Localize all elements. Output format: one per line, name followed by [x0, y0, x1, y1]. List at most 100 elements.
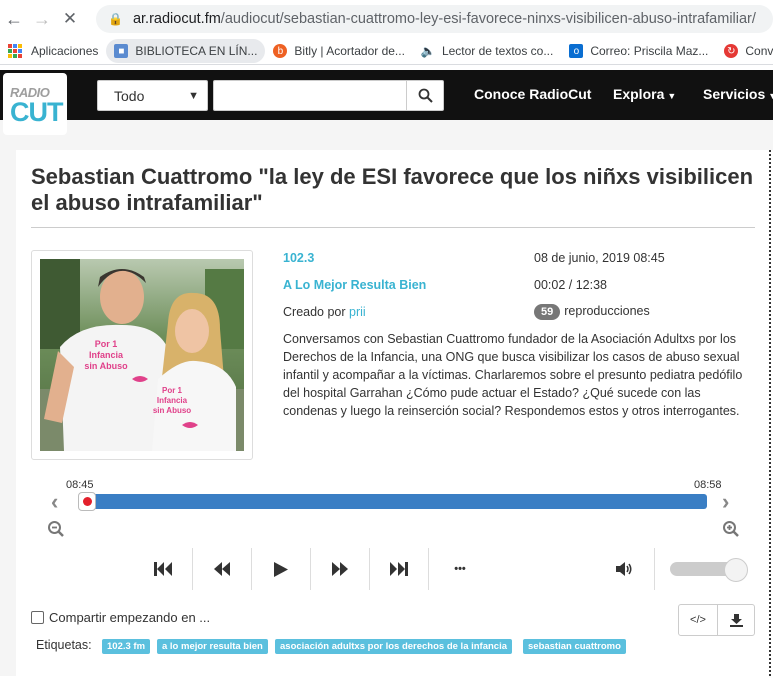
skip-to-end-button[interactable] — [370, 553, 428, 585]
search-input[interactable] — [213, 80, 407, 111]
back-arrow-icon[interactable]: ← — [3, 8, 25, 30]
audio-description: Conversamos con Sebastian Cuattromo fund… — [283, 332, 743, 418]
broadcast-date: 08 de junio, 2019 08:45 — [534, 251, 665, 265]
nav-conoce-radiocut[interactable]: Conoce RadioCut — [474, 86, 591, 102]
caret-down-icon: ▼ — [768, 91, 773, 101]
library-icon: ■ — [114, 44, 129, 58]
bookmark-apps[interactable]: Aplicaciones — [0, 39, 106, 63]
nav-label: Servicios — [703, 86, 766, 102]
url-host: ar.radiocut.fm — [132, 11, 221, 27]
speaker-icon: 🔈 — [420, 44, 436, 58]
stop-loading-icon[interactable]: ✕ — [59, 8, 81, 30]
outlook-icon: o — [569, 44, 584, 58]
bookmark-bitly[interactable]: b Bitly | Acortador de... — [265, 39, 413, 63]
convert-icon: ↻ — [724, 44, 739, 58]
radiocut-logo[interactable]: RADIO CUT — [3, 73, 67, 135]
timeline-end-time: 08:58 — [694, 479, 722, 491]
svg-text:Infancia: Infancia — [157, 396, 188, 405]
nav-servicios[interactable]: Servicios ▼ — [703, 86, 773, 102]
skip-end-icon — [390, 562, 408, 576]
rewind-button[interactable] — [193, 553, 251, 585]
fast-forward-icon — [332, 562, 348, 576]
fast-forward-button[interactable] — [311, 553, 369, 585]
share-start-label: Compartir empezando en ... — [49, 610, 211, 625]
audio-thumbnail: Por 1 Infancia sin Abuso Por 1 Infancia … — [31, 250, 253, 460]
share-start-checkbox[interactable] — [31, 611, 44, 624]
created-by: Creado por prii — [283, 305, 366, 319]
search-scope-select[interactable]: Todo ▼ — [97, 80, 208, 111]
nav-explora[interactable]: Explora ▼ — [613, 86, 676, 102]
volume-slider-handle[interactable] — [724, 558, 748, 582]
bookmark-label: Bitly | Acortador de... — [294, 44, 405, 58]
logo-text-bottom: CUT — [10, 97, 63, 127]
play-button[interactable] — [252, 553, 310, 585]
playhead-dot — [82, 497, 92, 506]
search-button[interactable] — [406, 80, 444, 111]
tag-chip[interactable]: 102.3 fm — [102, 639, 151, 654]
url-path: /audiocut/sebastian-cuattromo-ley-esi-fa… — [220, 11, 756, 27]
created-by-label: Creado por — [283, 305, 346, 319]
svg-text:Infancia: Infancia — [89, 350, 124, 360]
embed-button[interactable]: </> — [678, 604, 718, 636]
station-link[interactable]: 102.3 — [283, 251, 314, 265]
more-options-button[interactable]: ••• — [431, 553, 489, 585]
creator-link[interactable]: prii — [349, 305, 366, 319]
play-icon — [274, 561, 288, 577]
timeline-next-chevron-icon[interactable]: › — [722, 489, 729, 515]
forward-arrow-icon[interactable]: → — [31, 8, 53, 30]
chevron-down-icon: ▼ — [188, 90, 199, 102]
page-background — [0, 120, 773, 150]
svg-text:sin Abuso: sin Abuso — [153, 406, 191, 415]
guest-photo: Por 1 Infancia sin Abuso Por 1 Infancia … — [40, 259, 244, 451]
bookmark-lector[interactable]: 🔈 Lector de textos co... — [413, 39, 561, 63]
lock-icon: 🔒 — [108, 12, 123, 26]
bookmark-correo[interactable]: o Correo: Priscila Maz... — [561, 39, 716, 63]
volume-icon — [615, 562, 631, 576]
page-edge-border — [769, 150, 771, 676]
zoom-in-icon[interactable] — [722, 520, 740, 538]
bookmarks-bar: Aplicaciones ■ BIBLIOTECA EN LÍN... b Bi… — [0, 38, 773, 65]
caret-down-icon: ▼ — [667, 91, 677, 101]
plays-badge: 59 — [534, 304, 561, 320]
volume-button[interactable] — [595, 553, 653, 585]
skip-start-icon — [154, 562, 172, 576]
search-icon — [418, 88, 433, 103]
rewind-icon — [214, 562, 230, 576]
bookmark-label: Lector de textos co... — [441, 44, 554, 58]
timeline-playhead[interactable] — [78, 492, 96, 511]
bitly-icon: b — [273, 44, 288, 58]
bookmark-biblioteca[interactable]: ■ BIBLIOTECA EN LÍN... — [106, 39, 266, 63]
url-field[interactable]: 🔒 ar.radiocut.fm/audiocut/sebastian-cuat… — [96, 5, 773, 33]
search-scope-value: Todo — [114, 88, 145, 104]
share-start-option[interactable]: Compartir empezando en ... — [31, 610, 210, 625]
svg-text:Por 1: Por 1 — [162, 386, 183, 395]
svg-text:sin Abuso: sin Abuso — [84, 361, 128, 371]
plays-count: 59 reproducciones — [534, 304, 650, 320]
download-icon — [729, 613, 743, 627]
zoom-out-icon[interactable] — [47, 520, 65, 538]
code-icon: </> — [690, 614, 706, 626]
program-link[interactable]: A Lo Mejor Resulta Bien — [283, 278, 426, 292]
timeline-prev-chevron-icon[interactable]: ‹ — [51, 489, 58, 515]
bookmark-label: Aplicaciones — [31, 44, 99, 58]
bookmark-label: Conv — [745, 44, 773, 58]
tags-label: Etiquetas: — [36, 638, 92, 652]
control-separator — [428, 548, 429, 590]
tag-chip[interactable]: a lo mejor resulta bien — [157, 639, 268, 654]
nav-label: Explora — [613, 86, 665, 102]
site-navbar: RADIO CUT Todo ▼ Conoce RadioCut Explora… — [0, 70, 773, 135]
bookmark-label: Correo: Priscila Maz... — [590, 44, 709, 58]
skip-to-start-button[interactable] — [134, 553, 192, 585]
bookmark-conv[interactable]: ↻ Conv — [716, 39, 773, 63]
divider — [31, 227, 755, 228]
download-button[interactable] — [717, 604, 755, 636]
nav-label: Conoce RadioCut — [474, 86, 592, 102]
guest-photo-illustration: Por 1 Infancia sin Abuso Por 1 Infancia … — [40, 259, 244, 451]
plays-label: reproducciones — [564, 304, 650, 318]
page-title: Sebastian Cuattromo "la ley de ESI favor… — [31, 164, 754, 215]
timeline-start-time: 08:45 — [66, 479, 94, 491]
tag-chip[interactable]: asociación adultxs por los derechos de l… — [275, 639, 513, 654]
timeline-track[interactable] — [80, 494, 707, 509]
tag-chip[interactable]: sebastian cuattromo — [523, 639, 626, 654]
more-icon: ••• — [454, 563, 466, 575]
